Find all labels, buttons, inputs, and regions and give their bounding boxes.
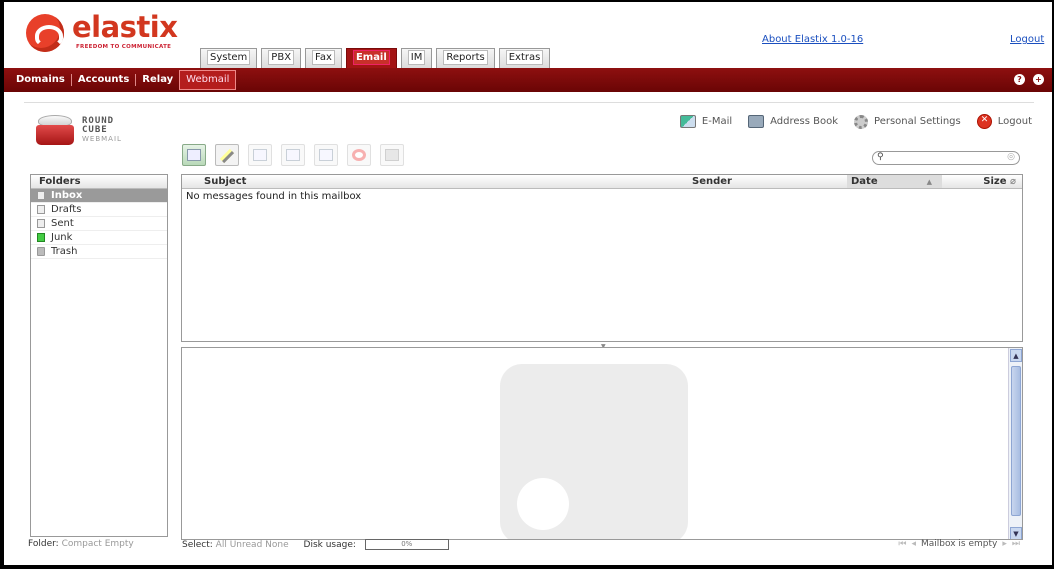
- preview-scrollbar[interactable]: ▲ ▼: [1008, 348, 1022, 539]
- elastix-header: elastix FREEDOM TO COMMUNICATE System PB…: [4, 2, 1052, 68]
- message-list-header: Subject Sender Date ▲ Size ⌀: [182, 175, 1022, 189]
- about-link[interactable]: About Elastix 1.0-16: [762, 34, 863, 45]
- roundcube-webmail: ROUND CUBE WEBMAIL E-Mail Address Book P…: [4, 92, 1052, 565]
- tab-fax[interactable]: Fax: [305, 48, 342, 68]
- disk-usage-bar: 0%: [364, 539, 449, 550]
- reply-icon: [253, 149, 267, 161]
- print-button[interactable]: [380, 144, 404, 166]
- empty-mailbox-message: No messages found in this mailbox: [186, 191, 362, 202]
- disk-usage-label: Disk usage:: [303, 540, 356, 550]
- junk-icon: [37, 233, 45, 242]
- taskbar: E-Mail Address Book Personal Settings Lo…: [679, 114, 1032, 129]
- mailbox-status: Mailbox is empty: [921, 539, 998, 549]
- gear-icon: [854, 114, 869, 129]
- column-sender[interactable]: Sender: [692, 175, 847, 188]
- trash-icon: [37, 247, 45, 256]
- message-list: Subject Sender Date ▲ Size ⌀ No messages…: [181, 174, 1023, 342]
- email-icon: [679, 115, 696, 128]
- folder-actions: Folder: Compact Empty: [28, 539, 134, 549]
- scroll-up-icon[interactable]: ▲: [1010, 349, 1022, 362]
- check-mail-button[interactable]: [182, 144, 206, 166]
- tab-reports[interactable]: Reports: [436, 48, 495, 68]
- module-webmail[interactable]: Webmail: [179, 70, 237, 90]
- help-icon[interactable]: ?: [1014, 74, 1025, 85]
- select-none-link[interactable]: None: [265, 540, 288, 550]
- module-domains[interactable]: Domains: [10, 74, 72, 86]
- logo-text-webmail: WEBMAIL: [82, 135, 122, 143]
- next-page-icon[interactable]: ▸: [1002, 539, 1007, 549]
- main-tabs: System PBX Fax Email IM Reports Extras: [200, 48, 551, 68]
- column-size[interactable]: Size ⌀: [942, 175, 1022, 188]
- elastix-logo-icon: [26, 14, 64, 52]
- sent-icon: [37, 219, 45, 228]
- folder-inbox[interactable]: Inbox: [31, 189, 167, 203]
- forward-icon: [319, 149, 333, 161]
- task-personal-settings[interactable]: Personal Settings: [854, 114, 961, 129]
- compact-link[interactable]: Compact: [62, 539, 102, 549]
- drafts-icon: [37, 205, 45, 214]
- folder-sent[interactable]: Sent: [31, 217, 167, 231]
- elastix-logo-text: elastix: [72, 10, 178, 44]
- module-bar: Domains Accounts Relay Webmail ? +: [4, 68, 1052, 92]
- pager: ⏮ ◂ Mailbox is empty ▸ ⏭: [898, 539, 1020, 549]
- prev-page-icon[interactable]: ◂: [911, 539, 916, 549]
- first-page-icon[interactable]: ⏮: [898, 539, 906, 549]
- task-email[interactable]: E-Mail: [679, 115, 732, 128]
- sort-ascending-icon: ▲: [926, 178, 932, 186]
- select-all-link[interactable]: All: [216, 540, 227, 550]
- selection-actions: Select: All Unread None Disk usage: 0%: [182, 539, 449, 550]
- forward-button[interactable]: [314, 144, 338, 166]
- tab-extras[interactable]: Extras: [498, 48, 551, 68]
- task-logout[interactable]: Logout: [976, 114, 1032, 129]
- logout-link[interactable]: Logout: [1010, 34, 1044, 45]
- print-icon: [385, 149, 399, 161]
- divider: [24, 102, 1034, 103]
- quick-search: ⚲ ◎: [872, 151, 1020, 165]
- tab-system[interactable]: System: [200, 48, 258, 68]
- attachment-icon: ⌀: [1009, 176, 1016, 187]
- folder-list: Folders Inbox Drafts Sent Junk Trash: [30, 174, 168, 537]
- last-page-icon[interactable]: ⏭: [1012, 539, 1020, 549]
- select-unread-link[interactable]: Unread: [230, 540, 263, 550]
- module-accounts[interactable]: Accounts: [72, 74, 137, 86]
- reply-all-button[interactable]: [281, 144, 305, 166]
- roundcube-logo-icon: [36, 115, 74, 145]
- compose-icon: [219, 148, 235, 164]
- logout-icon: [976, 114, 992, 129]
- tab-pbx[interactable]: PBX: [261, 48, 302, 68]
- tab-im[interactable]: IM: [400, 48, 433, 68]
- address-book-icon: [748, 115, 765, 128]
- column-subject[interactable]: Subject: [182, 175, 692, 188]
- folder-trash[interactable]: Trash: [31, 245, 167, 259]
- add-icon[interactable]: +: [1033, 74, 1044, 85]
- search-input[interactable]: [888, 153, 998, 163]
- tab-email[interactable]: Email: [345, 48, 397, 68]
- scrollbar-thumb[interactable]: [1011, 366, 1021, 516]
- logo-text-cube: CUBE: [82, 125, 108, 135]
- task-address-book[interactable]: Address Book: [748, 115, 838, 128]
- check-mail-icon: [187, 149, 201, 161]
- message-preview-pane: ▲ ▼: [181, 347, 1023, 540]
- folders-header: Folders: [31, 175, 167, 189]
- folder-drafts[interactable]: Drafts: [31, 203, 167, 217]
- delete-icon: [352, 149, 366, 161]
- empty-link[interactable]: Empty: [105, 539, 134, 549]
- compose-button[interactable]: [215, 144, 239, 166]
- delete-button[interactable]: [347, 144, 371, 166]
- column-date[interactable]: Date ▲: [847, 175, 942, 188]
- watermark-circle: [517, 478, 569, 530]
- search-icon[interactable]: ⚲: [877, 152, 884, 162]
- module-relay[interactable]: Relay: [136, 74, 179, 86]
- folder-junk[interactable]: Junk: [31, 231, 167, 245]
- message-toolbar: [182, 144, 404, 166]
- reply-all-icon: [286, 149, 300, 161]
- reset-search-icon[interactable]: ◎: [1007, 152, 1015, 162]
- reply-button[interactable]: [248, 144, 272, 166]
- elastix-tagline: FREEDOM TO COMMUNICATE: [76, 44, 172, 50]
- inbox-icon: [37, 191, 45, 200]
